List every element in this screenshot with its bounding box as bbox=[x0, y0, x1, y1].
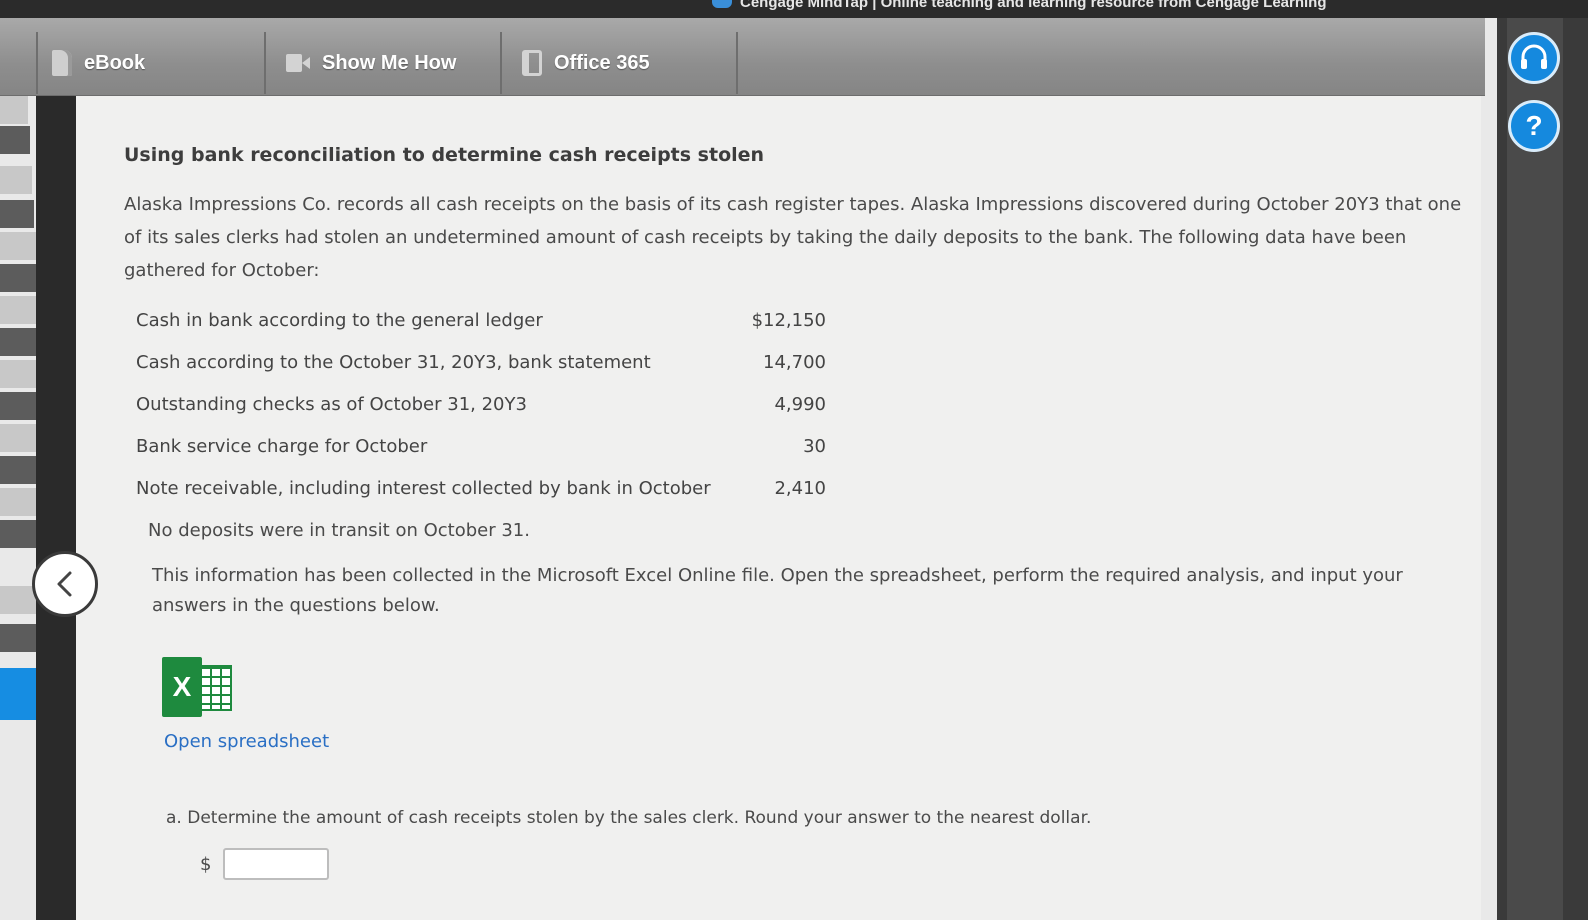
excel-grid-icon bbox=[198, 665, 232, 711]
nav-stripe bbox=[0, 96, 28, 124]
ebook-button[interactable]: eBook bbox=[36, 32, 266, 94]
deposit-note: No deposits were in transit on October 3… bbox=[148, 520, 530, 541]
show-me-how-button[interactable]: Show Me How bbox=[266, 32, 502, 94]
question-a: a. Determine the amount of cash receipts… bbox=[166, 808, 1494, 828]
window-title: Cengage MindTap | Online teaching and le… bbox=[740, 0, 1327, 11]
answer-a-input[interactable] bbox=[223, 848, 330, 880]
nav-stripe bbox=[0, 166, 32, 194]
row-value: 4,990 bbox=[774, 393, 826, 415]
office-365-button[interactable]: Office 365 bbox=[502, 32, 738, 94]
data-table: Cash in bank according to the general le… bbox=[136, 299, 826, 509]
headset-icon bbox=[1521, 44, 1547, 69]
right-panel-column bbox=[1507, 18, 1563, 920]
problem-heading: Using bank reconciliation to determine c… bbox=[124, 144, 765, 166]
row-label: Outstanding checks as of October 31, 20Y… bbox=[136, 393, 527, 415]
ebook-label: eBook bbox=[84, 51, 146, 74]
problem-content: Using bank reconciliation to determine c… bbox=[36, 96, 1481, 920]
question-a-prefix: a. bbox=[166, 808, 182, 828]
show-me-how-label: Show Me How bbox=[322, 51, 457, 74]
book-icon bbox=[52, 50, 72, 76]
headset-support-button[interactable] bbox=[1508, 32, 1560, 84]
help-button[interactable]: ? bbox=[1508, 100, 1560, 152]
toolbar: eBook Show Me How Office 365 bbox=[0, 18, 1485, 96]
table-row: Bank service charge for October 30 bbox=[136, 425, 826, 467]
open-spreadsheet-link[interactable]: Open spreadsheet bbox=[164, 731, 329, 752]
cengage-tab-icon bbox=[712, 0, 732, 8]
right-tool-panel bbox=[1497, 18, 1588, 920]
table-row: Outstanding checks as of October 31, 20Y… bbox=[136, 383, 826, 425]
row-label: Cash according to the October 31, 20Y3, … bbox=[136, 351, 651, 373]
office-icon bbox=[522, 50, 542, 76]
nav-stripe bbox=[0, 296, 40, 324]
nav-stripe bbox=[0, 264, 38, 292]
nav-stripe bbox=[0, 126, 30, 154]
problem-body: Using bank reconciliation to determine c… bbox=[124, 144, 1494, 880]
browser-top-bar: Cengage MindTap | Online teaching and le… bbox=[0, 0, 1588, 18]
excel-icon[interactable]: X bbox=[162, 655, 234, 719]
previous-button[interactable] bbox=[32, 551, 98, 617]
excel-x-glyph: X bbox=[162, 657, 202, 717]
answer-a-row: $ bbox=[200, 848, 1494, 880]
row-value: 14,700 bbox=[763, 351, 826, 373]
question-a-text: Determine the amount of cash receipts st… bbox=[187, 808, 1092, 828]
table-row: Cash according to the October 31, 20Y3, … bbox=[136, 341, 826, 383]
nav-stripe bbox=[0, 232, 36, 260]
help-icon: ? bbox=[1525, 110, 1543, 141]
table-row: Cash in bank according to the general le… bbox=[136, 299, 826, 341]
row-label: Bank service charge for October bbox=[136, 435, 428, 457]
table-row: Note receivable, including interest coll… bbox=[136, 467, 826, 509]
row-label: Cash in bank according to the general le… bbox=[136, 309, 543, 331]
row-value: 30 bbox=[803, 435, 826, 457]
row-label: Note receivable, including interest coll… bbox=[136, 477, 711, 499]
chevron-left-icon bbox=[57, 571, 72, 597]
instructions-text: This information has been collected in t… bbox=[152, 565, 1403, 616]
video-icon bbox=[286, 54, 310, 72]
office-365-label: Office 365 bbox=[554, 51, 650, 74]
currency-symbol: $ bbox=[200, 853, 212, 875]
row-value: 2,410 bbox=[774, 477, 826, 499]
row-value: $12,150 bbox=[751, 309, 826, 331]
nav-stripe bbox=[0, 200, 34, 228]
problem-intro: Alaska Impressions Co. records all cash … bbox=[124, 194, 1462, 281]
